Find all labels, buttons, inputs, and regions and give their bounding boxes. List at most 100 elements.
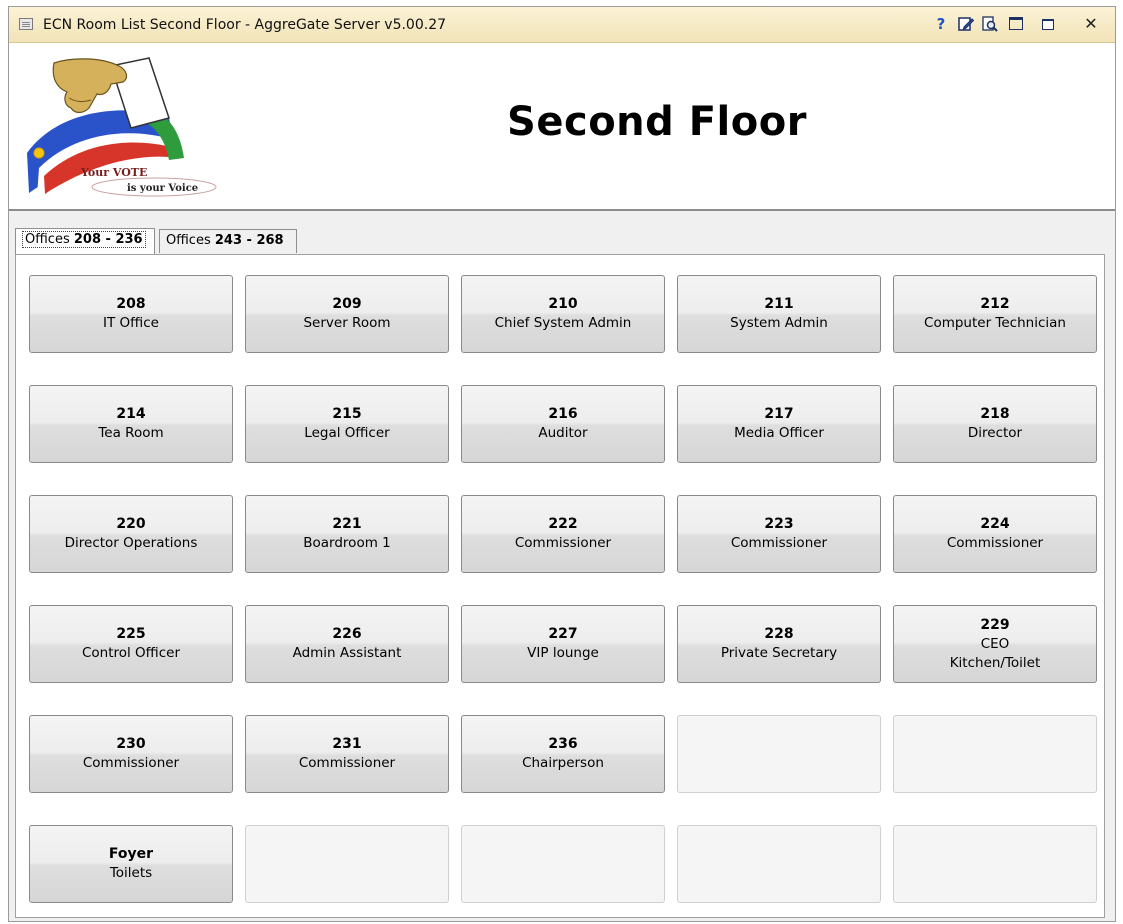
room-number: 223	[764, 516, 794, 532]
room-name: IT Office	[103, 315, 159, 331]
room-button[interactable]: 236 Chairperson	[461, 715, 665, 793]
room-button[interactable]: 223 Commissioner	[677, 495, 881, 573]
window-icon	[19, 18, 33, 30]
empty-slot	[893, 715, 1097, 793]
close-icon[interactable]: ✕	[1082, 15, 1100, 33]
room-number: 215	[332, 406, 362, 422]
page-title: Second Floor	[507, 99, 807, 145]
room-name: Commissioner	[946, 535, 1044, 551]
room-number: 225	[116, 626, 146, 642]
room-number: 222	[548, 516, 578, 532]
room-button[interactable]: 220 Director Operations	[29, 495, 233, 573]
room-number: 226	[332, 626, 362, 642]
room-number: 227	[548, 626, 578, 642]
room-number: 230	[116, 736, 146, 752]
room-button[interactable]: 221 Boardroom 1	[245, 495, 449, 573]
empty-slot	[893, 825, 1097, 903]
room-button[interactable]: 216 Auditor	[461, 385, 665, 463]
room-number: 221	[332, 516, 362, 532]
room-name: VIP lounge	[527, 645, 599, 661]
tab-label-prefix: Offices	[166, 233, 215, 248]
room-name: Computer Technician	[924, 315, 1066, 331]
tab-label-range: 243 - 268	[214, 233, 284, 248]
room-button[interactable]: 231 Commissioner	[245, 715, 449, 793]
room-number: 208	[116, 296, 146, 312]
room-button[interactable]: 214 Tea Room	[29, 385, 233, 463]
room-name: Boardroom 1	[303, 535, 391, 551]
room-number: 229	[980, 616, 1010, 633]
room-name: Server Room	[303, 315, 391, 331]
room-button[interactable]: 226 Admin Assistant	[245, 605, 449, 683]
room-number: 211	[764, 296, 794, 312]
room-button[interactable]: 209 Server Room	[245, 275, 449, 353]
room-number: 218	[980, 406, 1010, 422]
room-number: 231	[332, 736, 362, 752]
empty-slot	[677, 715, 881, 793]
room-name: Chief System Admin	[494, 315, 632, 331]
room-name: Commissioner	[730, 535, 828, 551]
tab-offices-243-268[interactable]: Offices 243 - 268	[159, 229, 297, 253]
room-number: 236	[548, 736, 578, 752]
room-number: 228	[764, 626, 794, 642]
room-name: Commissioner	[82, 755, 180, 771]
room-name: Media Officer	[734, 425, 824, 441]
room-name: Legal Officer	[304, 425, 390, 441]
room-button[interactable]: 228 Private Secretary	[677, 605, 881, 683]
logo-text-2: is your Voice	[127, 183, 198, 194]
room-button[interactable]: 224 Commissioner	[893, 495, 1097, 573]
room-name: Tea Room	[98, 425, 164, 441]
room-name: Chairperson	[522, 755, 604, 771]
window-title: ECN Room List Second Floor - AggreGate S…	[43, 17, 447, 33]
room-button[interactable]: 229 CEO Kitchen/Toilet	[893, 605, 1097, 683]
app-window: ECN Room List Second Floor - AggreGate S…	[8, 6, 1116, 922]
edit-icon[interactable]	[957, 15, 975, 33]
empty-slot	[245, 825, 449, 903]
room-name: Director	[967, 425, 1023, 441]
room-button[interactable]: 227 VIP lounge	[461, 605, 665, 683]
room-number: 210	[548, 296, 578, 312]
empty-slot	[677, 825, 881, 903]
room-name: CEO	[980, 635, 1010, 652]
room-button[interactable]: 217 Media Officer	[677, 385, 881, 463]
room-number: Foyer	[108, 846, 154, 862]
tab-label-prefix: Offices	[25, 232, 74, 247]
room-number: 224	[980, 516, 1010, 532]
room-button[interactable]: 212 Computer Technician	[893, 275, 1097, 353]
room-button[interactable]: 211 System Admin	[677, 275, 881, 353]
room-name: Director Operations	[64, 535, 198, 551]
room-number: 214	[116, 406, 146, 422]
room-number: 212	[980, 296, 1010, 312]
room-button[interactable]: 218 Director	[893, 385, 1097, 463]
room-grid: 208 IT Office 209 Server Room 210 Chief Sys…	[15, 254, 1105, 918]
room-number: 220	[116, 516, 146, 532]
header-panel: Your VOTE is your Voice Second Floor	[9, 43, 1115, 211]
tab-label-range: 208 - 236	[73, 232, 143, 247]
room-button[interactable]: 210 Chief System Admin	[461, 275, 665, 353]
room-number: 209	[332, 296, 362, 312]
room-name: System Admin	[730, 315, 828, 331]
room-name: Auditor	[538, 425, 588, 441]
logo-text-1: Your VOTE	[80, 166, 147, 179]
room-button[interactable]: 215 Legal Officer	[245, 385, 449, 463]
room-button[interactable]: 208 IT Office	[29, 275, 233, 353]
maximize-icon[interactable]	[1007, 15, 1025, 33]
room-name: Private Secretary	[720, 645, 838, 661]
room-number: 217	[764, 406, 794, 422]
room-name: Admin Assistant	[292, 645, 402, 661]
empty-slot	[461, 825, 665, 903]
room-button[interactable]: 225 Control Officer	[29, 605, 233, 683]
tab-offices-208-236[interactable]: Offices 208 - 236	[15, 228, 155, 254]
room-name: Commissioner	[514, 535, 612, 551]
find-icon[interactable]	[981, 15, 999, 33]
help-icon[interactable]: ?	[932, 15, 950, 33]
title-bar: ECN Room List Second Floor - AggreGate S…	[9, 7, 1115, 43]
restore-icon[interactable]	[1039, 15, 1057, 33]
room-button[interactable]: 222 Commissioner	[461, 495, 665, 573]
room-button[interactable]: 230 Commissioner	[29, 715, 233, 793]
room-name: Toilets	[109, 865, 153, 881]
room-name-line2: Kitchen/Toilet	[949, 654, 1041, 671]
room-name: Control Officer	[81, 645, 181, 661]
room-number: 216	[548, 406, 578, 422]
room-name: Commissioner	[298, 755, 396, 771]
room-button[interactable]: Foyer Toilets	[29, 825, 233, 903]
